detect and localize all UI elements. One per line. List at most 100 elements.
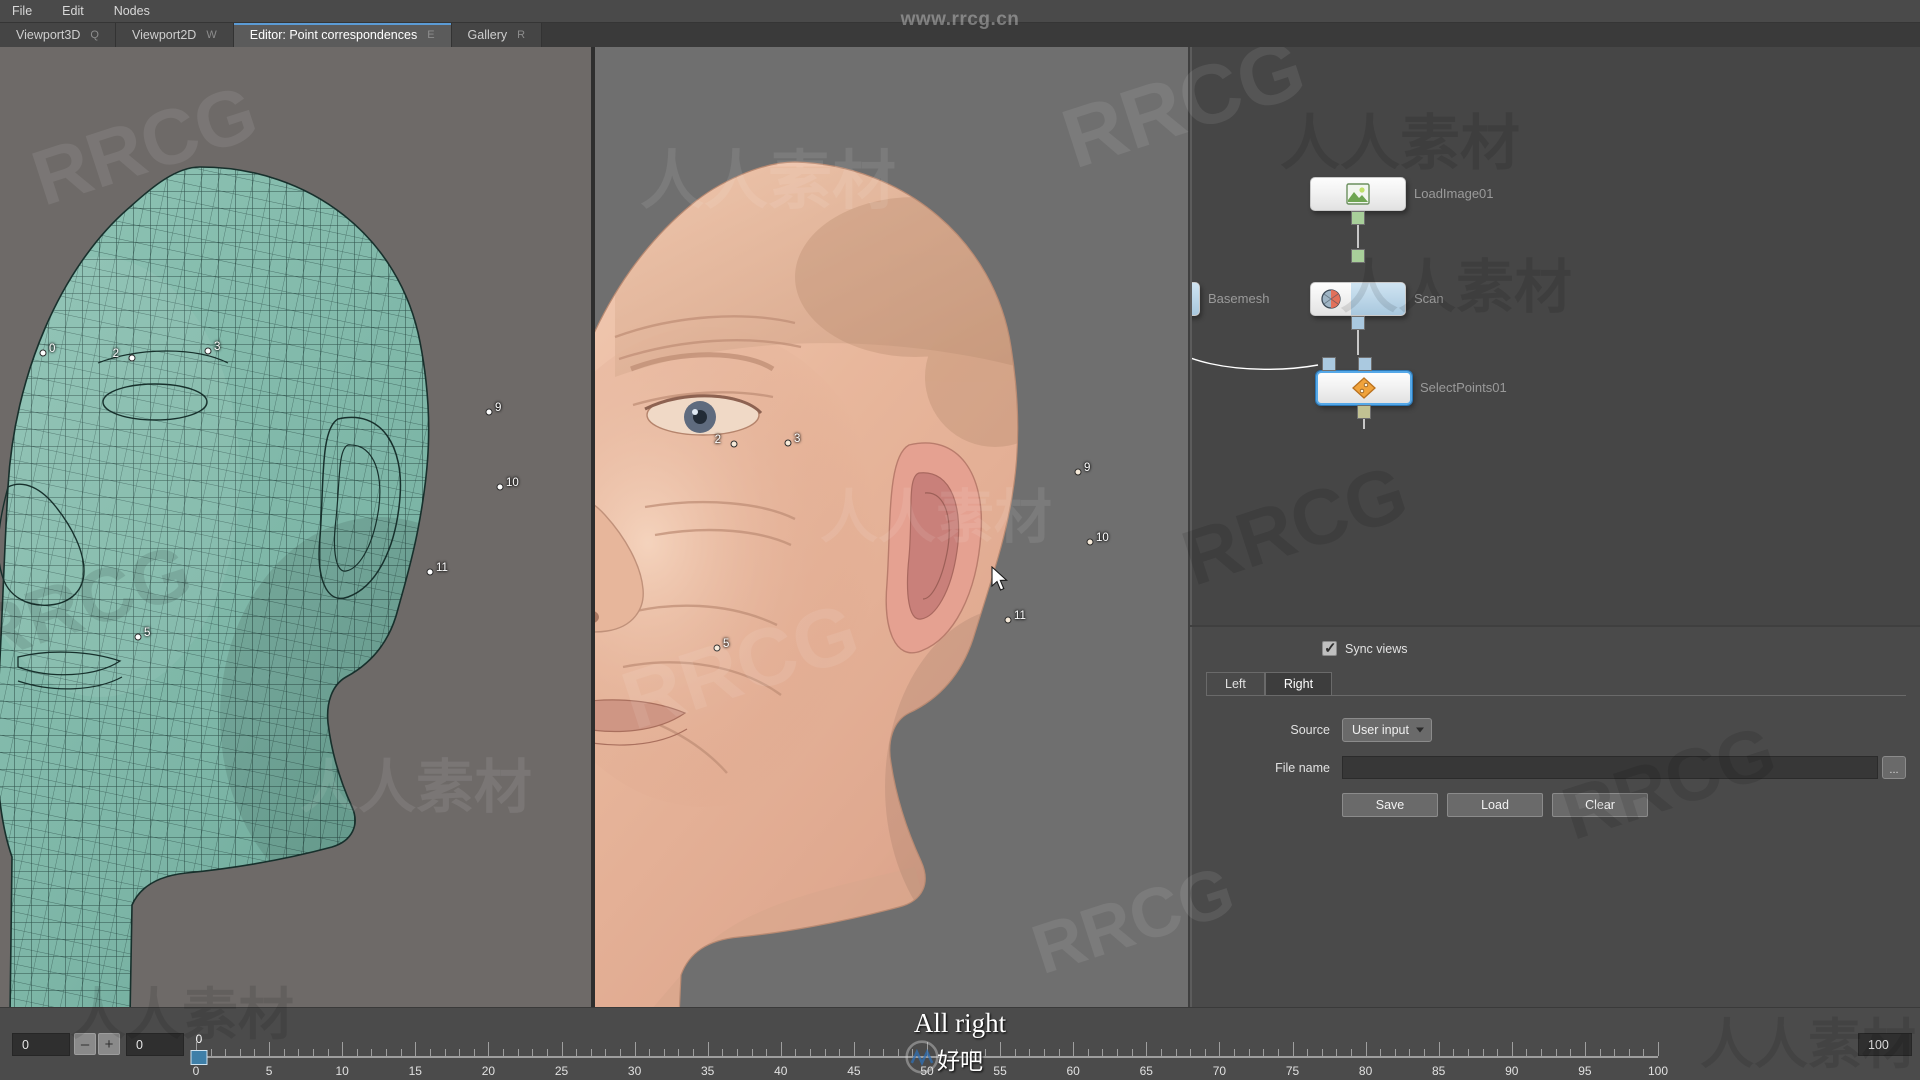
point-label-left-3: 3 [214, 341, 221, 353]
viewport-left-basemesh[interactable] [0, 47, 591, 1007]
ruler-tick-label: 75 [1285, 1064, 1300, 1078]
node-basemesh[interactable] [1192, 282, 1200, 316]
node-selectpoints01-input-b-port[interactable] [1358, 357, 1372, 371]
tab-bar-filler [542, 23, 1920, 47]
save-button[interactable]: Save [1342, 793, 1438, 817]
ruler-tick [1526, 1049, 1528, 1056]
ruler-tick [795, 1049, 797, 1056]
node-scan-swatch [1351, 283, 1405, 315]
ruler-tick [1350, 1049, 1352, 1056]
node-scan-input-port[interactable] [1351, 249, 1365, 263]
sync-views-checkbox[interactable] [1322, 639, 1337, 657]
point-marker-right-5[interactable] [713, 644, 721, 652]
point-marker-right-11[interactable] [1004, 616, 1012, 624]
ruler-tick-label: 85 [1432, 1064, 1446, 1078]
point-marker-left-10[interactable] [496, 483, 504, 491]
sync-views-row[interactable]: Sync views [1192, 627, 1920, 657]
tab-shortcut: E [427, 29, 435, 41]
point-marker-left-0[interactable] [39, 349, 47, 357]
ruler-tick [1277, 1049, 1279, 1056]
file-name-input[interactable] [1342, 756, 1878, 779]
ruler-tick [371, 1049, 373, 1056]
source-dropdown-value: User input [1352, 723, 1409, 737]
point-marker-right-10[interactable] [1086, 538, 1094, 546]
node-selectpoints01-output-port[interactable] [1357, 405, 1371, 419]
ruler-tick [1643, 1049, 1645, 1056]
point-marker-right-3[interactable] [784, 439, 792, 447]
node-selectpoints01[interactable] [1316, 371, 1412, 405]
ruler-tick [239, 1049, 241, 1056]
node-scan[interactable] [1310, 282, 1406, 316]
ruler-tick [985, 1049, 987, 1056]
node-loadimage01-output-port[interactable] [1351, 211, 1365, 225]
tab-right[interactable]: Right [1264, 672, 1333, 695]
ruler-tick [1336, 1049, 1338, 1056]
point-label-left-2: 2 [112, 348, 119, 360]
playhead-value: 0 [195, 1032, 203, 1046]
viewport-right-scan[interactable] [595, 47, 1188, 1007]
ruler-tick [1058, 1049, 1060, 1056]
frame-decrement-button[interactable]: – [74, 1033, 96, 1055]
point-marker-right-9[interactable] [1074, 468, 1082, 476]
chevron-down-icon [1415, 727, 1424, 733]
point-label-left-5: 5 [144, 627, 151, 639]
ruler-tick [356, 1049, 358, 1056]
ruler-tick [459, 1049, 461, 1056]
tab-left[interactable]: Left [1206, 672, 1265, 695]
source-label: Source [1290, 723, 1330, 737]
tab-gallery[interactable]: Gallery R [451, 23, 543, 47]
point-label-right-2: 2 [714, 434, 721, 446]
point-label-left-9: 9 [495, 402, 502, 414]
ruler-tick [1584, 1042, 1586, 1056]
point-marker-left-9[interactable] [485, 408, 493, 416]
menu-item-file[interactable]: File [8, 2, 36, 20]
ruler-tick [415, 1042, 417, 1056]
ruler-tick [1234, 1049, 1236, 1056]
tab-editor-point-correspondences[interactable]: Editor: Point correspondences E [233, 23, 452, 47]
current-frame-input[interactable]: 0 [12, 1033, 70, 1056]
viewport-area [0, 47, 1188, 1007]
point-label-left-0: 0 [49, 343, 56, 355]
range-end-input[interactable]: 100 [1858, 1033, 1912, 1056]
menu-item-edit[interactable]: Edit [58, 2, 88, 20]
ruler-tick-label: 70 [1212, 1064, 1227, 1078]
ruler-tick [546, 1049, 548, 1056]
ruler-tick [649, 1049, 651, 1056]
source-side-tabs: Left Right [1206, 672, 1920, 695]
point-marker-left-11[interactable] [426, 568, 434, 576]
browse-button[interactable]: ... [1882, 756, 1906, 779]
node-scan-output-port[interactable] [1351, 316, 1365, 330]
ruler-tick [1497, 1049, 1499, 1056]
node-selectpoints01-input-a-port[interactable] [1322, 357, 1336, 371]
ruler-tick [1292, 1042, 1294, 1056]
application-window: File Edit Nodes Viewport3D Q Viewport2D … [0, 0, 1920, 1080]
point-marker-right-2[interactable] [730, 440, 738, 448]
ruler-tick [1438, 1042, 1440, 1056]
timeline-playhead[interactable] [190, 1050, 208, 1065]
clear-button[interactable]: Clear [1552, 793, 1648, 817]
menu-item-nodes[interactable]: Nodes [110, 2, 154, 20]
ruler-tick [1321, 1049, 1323, 1056]
tab-shortcut: W [206, 29, 217, 41]
point-marker-left-5[interactable] [134, 633, 142, 641]
load-button[interactable]: Load [1447, 793, 1543, 817]
source-dropdown[interactable]: User input [1342, 718, 1432, 742]
ruler-tick [254, 1049, 256, 1056]
ruler-tick [561, 1042, 563, 1056]
ruler-tick [1453, 1049, 1455, 1056]
ruler-tick-label: 95 [1578, 1064, 1592, 1078]
ruler-tick [1131, 1049, 1133, 1056]
scan-head-render [595, 161, 1019, 1007]
tab-viewport2d[interactable]: Viewport2D W [115, 23, 234, 47]
subtitle-chinese: 好吧 [937, 1049, 983, 1075]
node-loadimage01[interactable] [1310, 177, 1406, 211]
point-marker-left-3[interactable] [204, 347, 212, 355]
ruler-tick-label: 0 [192, 1064, 200, 1078]
ruler-tick [517, 1049, 519, 1056]
tab-viewport3d[interactable]: Viewport3D Q [0, 23, 116, 47]
node-graph-panel[interactable]: LoadImage01 Basemesh Scan SelectPoints01 [1190, 25, 1920, 625]
frame-increment-button[interactable]: + [98, 1033, 120, 1055]
point-marker-left-2[interactable] [128, 354, 136, 362]
range-start-input[interactable]: 0 [126, 1033, 184, 1056]
tab-shortcut: R [517, 29, 526, 41]
